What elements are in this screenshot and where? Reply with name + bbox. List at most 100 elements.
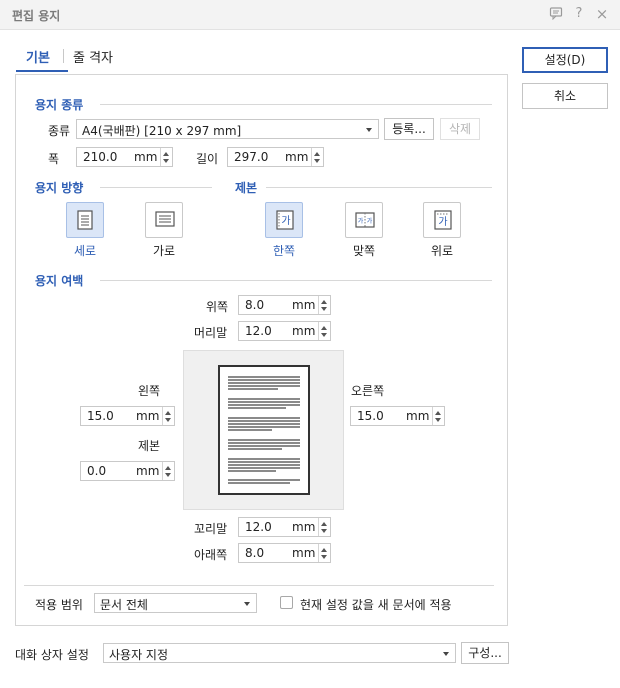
tab-line-grid[interactable]: 줄 격자 xyxy=(73,47,113,66)
height-spin[interactable] xyxy=(311,148,323,166)
configure-button[interactable]: 구성... xyxy=(461,642,509,664)
margin-right-unit: mm xyxy=(406,409,430,423)
margin-header-stepper[interactable]: 12.0 mm xyxy=(238,321,331,341)
height-value: 297.0 xyxy=(234,150,269,164)
binding-single-button[interactable]: 가 xyxy=(265,202,303,238)
margin-top-stepper[interactable]: 8.0 mm xyxy=(238,295,331,315)
page-preview xyxy=(183,350,344,510)
window-title: 편집 용지 xyxy=(12,9,61,23)
apply-scope-value: 문서 전체 xyxy=(100,598,148,612)
margin-footer-value: 12.0 xyxy=(245,520,272,534)
divider xyxy=(100,104,492,105)
dialog-settings-value: 사용자 지정 xyxy=(109,648,169,662)
ok-button[interactable]: 설정(D) xyxy=(522,47,608,73)
margin-top-unit: mm xyxy=(292,298,316,312)
margin-top-label: 위쪽 xyxy=(206,300,229,314)
delete-button[interactable]: 삭제 xyxy=(440,118,480,140)
paper-type-label: 종류 xyxy=(48,124,71,138)
margin-header-value: 12.0 xyxy=(245,324,272,338)
margin-footer-unit: mm xyxy=(292,520,316,534)
margin-left-stepper[interactable]: 15.0 mm xyxy=(80,406,175,426)
margin-gutter-stepper[interactable]: 0.0 mm xyxy=(80,461,175,481)
height-stepper[interactable]: 297.0 mm xyxy=(227,147,324,167)
margin-gutter-unit: mm xyxy=(136,464,160,478)
help-icon[interactable]: ? xyxy=(571,6,587,22)
binding-top-label: 위로 xyxy=(430,244,454,258)
delete-button-label: 삭제 xyxy=(448,122,472,136)
preview-text-lines xyxy=(228,376,300,484)
ok-button-label: 설정(D) xyxy=(544,53,586,67)
margin-bottom-unit: mm xyxy=(292,546,316,560)
binding-top-icon: 가 xyxy=(434,210,452,230)
width-value: 210.0 xyxy=(83,150,118,164)
margin-top-spin[interactable] xyxy=(318,296,330,314)
dialog-settings-select[interactable]: 사용자 지정 xyxy=(103,643,456,663)
register-button[interactable]: 등록... xyxy=(384,118,434,140)
basic-tab-panel: 용지 종류 종류 A4(국배판) [210 x 297 mm] 등록... 삭제… xyxy=(15,74,508,626)
register-button-label: 등록... xyxy=(392,122,426,136)
margin-gutter-spin[interactable] xyxy=(162,462,174,480)
paper-type-value: A4(국배판) [210 x 297 mm] xyxy=(82,124,242,138)
divider xyxy=(100,280,492,281)
binding-single-label: 한쪽 xyxy=(272,244,296,258)
chevron-down-icon xyxy=(244,602,250,606)
width-label: 폭 xyxy=(48,152,60,166)
orientation-section-title: 용지 방향 xyxy=(35,181,84,195)
cancel-button[interactable]: 취소 xyxy=(522,83,608,109)
apply-scope-label: 적용 범위 xyxy=(35,598,83,612)
configure-button-label: 구성... xyxy=(468,646,502,660)
paper-type-select[interactable]: A4(국배판) [210 x 297 mm] xyxy=(76,119,379,139)
apply-to-new-docs-checkbox[interactable] xyxy=(280,596,293,609)
divider xyxy=(24,585,494,586)
width-unit: mm xyxy=(134,150,158,164)
binding-top-button[interactable]: 가 xyxy=(423,202,461,238)
binding-facing-icon: 가가 xyxy=(355,212,375,228)
margin-header-label: 머리말 xyxy=(194,326,228,340)
landscape-page-icon xyxy=(155,211,175,227)
binding-glyph: 가 xyxy=(438,216,447,228)
chat-icon[interactable] xyxy=(548,6,564,22)
width-spin[interactable] xyxy=(160,148,172,166)
margin-footer-spin[interactable] xyxy=(318,518,330,536)
cancel-button-label: 취소 xyxy=(553,89,577,103)
margin-bottom-stepper[interactable]: 8.0 mm xyxy=(238,543,331,563)
margin-gutter-value: 0.0 xyxy=(87,464,107,478)
tab-basic[interactable]: 기본 xyxy=(26,47,50,66)
height-label: 길이 xyxy=(196,152,219,166)
title-bar: 편집 용지 ? × xyxy=(0,0,620,30)
margin-header-spin[interactable] xyxy=(318,322,330,340)
tab-separator xyxy=(63,49,64,63)
margin-left-unit: mm xyxy=(136,409,160,423)
chevron-down-icon xyxy=(366,128,372,132)
binding-glyph: 가 xyxy=(367,217,373,225)
margin-bottom-label: 아래쪽 xyxy=(194,548,228,562)
width-stepper[interactable]: 210.0 mm xyxy=(76,147,173,167)
margin-gutter-label: 제본 xyxy=(138,439,161,453)
binding-facing-label: 맞쪽 xyxy=(352,244,376,258)
orientation-landscape-label: 가로 xyxy=(152,244,176,258)
paper-type-section-title: 용지 종류 xyxy=(35,98,84,112)
binding-glyph: 가 xyxy=(281,215,290,227)
margin-right-spin[interactable] xyxy=(432,407,444,425)
portrait-page-icon xyxy=(77,210,93,230)
close-icon[interactable]: × xyxy=(594,6,610,22)
margin-left-label: 왼쪽 xyxy=(138,384,161,398)
divider xyxy=(100,187,212,188)
height-unit: mm xyxy=(285,150,309,164)
orientation-portrait-button[interactable] xyxy=(66,202,104,238)
dialog-settings-label: 대화 상자 설정 xyxy=(15,648,89,662)
binding-facing-button[interactable]: 가가 xyxy=(345,202,383,238)
margin-left-value: 15.0 xyxy=(87,409,114,423)
margin-footer-stepper[interactable]: 12.0 mm xyxy=(238,517,331,537)
margin-right-label: 오른쪽 xyxy=(351,384,385,398)
apply-scope-select[interactable]: 문서 전체 xyxy=(94,593,257,613)
margin-right-value: 15.0 xyxy=(357,409,384,423)
margin-bottom-value: 8.0 xyxy=(245,546,265,560)
binding-single-icon: 가 xyxy=(276,210,294,230)
orientation-landscape-button[interactable] xyxy=(145,202,183,238)
margin-left-spin[interactable] xyxy=(162,407,174,425)
margin-right-stepper[interactable]: 15.0 mm xyxy=(350,406,445,426)
chevron-down-icon xyxy=(443,652,449,656)
margin-bottom-spin[interactable] xyxy=(318,544,330,562)
preview-page xyxy=(218,365,310,495)
